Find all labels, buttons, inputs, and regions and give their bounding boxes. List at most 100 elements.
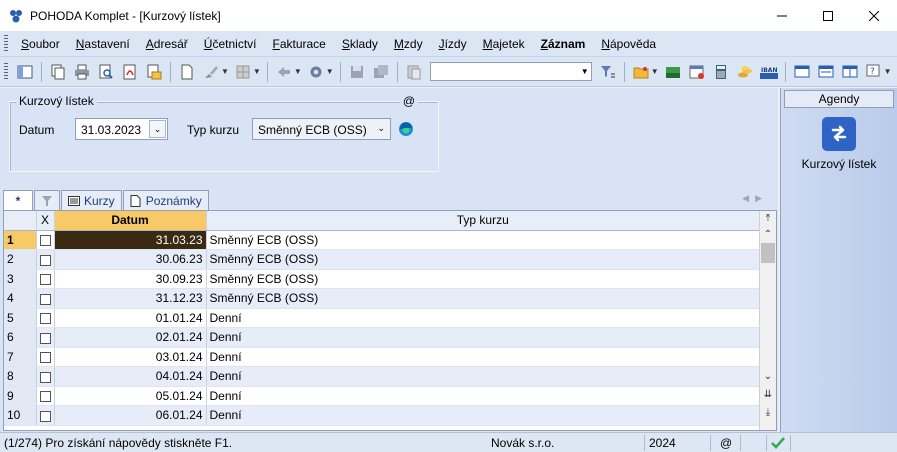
column-header-datum[interactable]: Datum (54, 211, 207, 231)
row-checkbox[interactable] (39, 235, 51, 247)
tab-kurzy[interactable]: Kurzy (61, 190, 122, 210)
scroll-thumb[interactable] (761, 243, 775, 263)
table-row[interactable]: 10 06.01.24 Denní (4, 405, 760, 426)
back-dropdown-icon[interactable]: ▼ (294, 67, 302, 76)
calendar-button[interactable] (687, 62, 707, 82)
copy-button[interactable] (48, 62, 68, 82)
coins-button[interactable] (735, 62, 755, 82)
edge-browser-icon[interactable] (398, 121, 414, 137)
scroll-bottom-icon[interactable]: ⤓ (760, 407, 776, 418)
menu-adresar[interactable]: Adresář (138, 37, 196, 51)
typ-cell[interactable]: Denní (206, 366, 760, 387)
iban-button[interactable]: IBAN (759, 62, 779, 82)
window-button-2[interactable] (816, 62, 836, 82)
table-row[interactable]: 7 03.01.24 Denní (4, 347, 760, 367)
menu-fakturace[interactable]: Fakturace (264, 37, 333, 51)
typ-cell[interactable]: Směnný ECB (OSS) (206, 288, 760, 309)
datum-cell[interactable]: 31.03.23 (54, 230, 207, 250)
typ-cell[interactable]: Denní (206, 405, 760, 426)
vertical-scrollbar[interactable]: ⤒ ⌃ ⌄ ⇊ ⤓ (759, 211, 776, 430)
typ-kurzu-select[interactable]: Směnný ECB (OSS) ⌄ (252, 118, 391, 140)
table-row[interactable]: 3 30.09.23 Směnný ECB (OSS) (4, 269, 760, 289)
close-button[interactable] (851, 0, 897, 31)
column-header-x[interactable]: X (36, 211, 55, 231)
save-button[interactable] (347, 62, 367, 82)
settings-dropdown-icon[interactable]: ▼ (326, 67, 334, 76)
column-header-typ-kurzu[interactable]: Typ kurzu (206, 211, 760, 231)
datum-cell[interactable]: 02.01.24 (54, 327, 207, 348)
help-dropdown-icon[interactable]: ▼ (884, 67, 892, 76)
row-checkbox[interactable] (39, 391, 51, 403)
menu-majetek[interactable]: Majetek (475, 37, 533, 51)
tab-scroll-arrows[interactable]: ◀▶ (742, 193, 768, 204)
typ-cell[interactable]: Denní (206, 308, 760, 328)
scroll-down-icon[interactable]: ⌄ (760, 371, 776, 382)
folder-button[interactable] (631, 62, 651, 82)
window-button-3[interactable] (840, 62, 860, 82)
table-row[interactable]: 2 30.06.23 Směnný ECB (OSS) (4, 249, 760, 270)
maximize-button[interactable] (805, 0, 851, 31)
panel-toggle-button[interactable] (15, 62, 35, 82)
back-button[interactable] (274, 62, 294, 82)
folder-dropdown-icon[interactable]: ▼ (651, 67, 659, 76)
datum-cell[interactable]: 30.06.23 (54, 249, 207, 270)
menu-napoveda[interactable]: Nápověda (593, 37, 664, 51)
agenda-kurzovy-listek[interactable]: Kurzový lístek (781, 117, 897, 171)
typ-cell[interactable]: Denní (206, 327, 760, 348)
new-record-button[interactable] (177, 62, 197, 82)
menu-zaznam[interactable]: Záznam (533, 37, 594, 51)
print-preview-button[interactable] (96, 62, 116, 82)
datum-field[interactable]: 31.03.2023 ⌄ (75, 118, 168, 140)
toolbar-combo[interactable]: ▼ (429, 62, 592, 81)
table-row[interactable]: 4 31.12.23 Směnný ECB (OSS) (4, 288, 760, 309)
table-row[interactable]: 8 04.01.24 Denní (4, 366, 760, 387)
datum-cell[interactable]: 06.01.24 (54, 405, 207, 426)
datum-cell[interactable]: 04.01.24 (54, 366, 207, 387)
datum-cell[interactable]: 01.01.24 (54, 308, 207, 328)
window-button-1[interactable] (792, 62, 812, 82)
row-checkbox[interactable] (39, 410, 51, 422)
typ-cell[interactable]: Směnný ECB (OSS) (206, 249, 760, 270)
typ-cell[interactable]: Denní (206, 386, 760, 406)
typ-cell[interactable]: Směnný ECB (OSS) (206, 230, 760, 250)
row-checkbox[interactable] (39, 352, 51, 364)
pdf-button[interactable] (120, 62, 140, 82)
menu-mzdy[interactable]: Mzdy (386, 37, 431, 51)
help-button[interactable]: ? (864, 62, 884, 82)
scroll-page-down-icon[interactable]: ⇊ (760, 389, 776, 400)
typ-cell[interactable]: Směnný ECB (OSS) (206, 269, 760, 289)
menu-jizdy[interactable]: Jízdy (431, 37, 475, 51)
edit-dropdown-icon[interactable]: ▼ (221, 67, 229, 76)
row-checkbox[interactable] (39, 332, 51, 344)
datum-cell[interactable]: 30.09.23 (54, 269, 207, 289)
grid-button[interactable] (233, 62, 253, 82)
datum-cell[interactable]: 05.01.24 (54, 386, 207, 406)
filter-button[interactable] (598, 62, 618, 82)
row-checkbox[interactable] (39, 371, 51, 383)
tab-filter[interactable] (34, 190, 60, 210)
datum-cell[interactable]: 31.12.23 (54, 288, 207, 309)
print-button[interactable] (72, 62, 92, 82)
table-row[interactable]: 6 02.01.24 Denní (4, 327, 760, 348)
calculator-button[interactable] (711, 62, 731, 82)
money-button[interactable] (663, 62, 683, 82)
row-checkbox[interactable] (39, 274, 51, 286)
settings-button[interactable] (306, 62, 326, 82)
paste-button[interactable] (404, 62, 424, 82)
table-row[interactable]: 9 05.01.24 Denní (4, 386, 760, 406)
menu-nastaveni[interactable]: Nastavení (68, 37, 138, 51)
menu-soubor[interactable]: Soubor (13, 37, 68, 51)
datum-cell[interactable]: 03.01.24 (54, 347, 207, 367)
edit-button[interactable] (201, 62, 221, 82)
row-checkbox[interactable] (39, 313, 51, 325)
menu-grip[interactable] (4, 34, 8, 53)
table-row[interactable]: 1 31.03.23 Směnný ECB (OSS) (4, 230, 760, 250)
table-row[interactable]: 5 01.01.24 Denní (4, 308, 760, 328)
datum-dropdown-button[interactable]: ⌄ (149, 120, 166, 138)
tab-star[interactable]: * (3, 190, 33, 210)
row-number-header[interactable] (4, 211, 37, 231)
save-all-button[interactable] (371, 62, 391, 82)
scroll-up-icon[interactable]: ⌃ (760, 229, 776, 240)
toolbar-grip[interactable] (4, 62, 8, 81)
minimize-button[interactable] (759, 0, 805, 31)
